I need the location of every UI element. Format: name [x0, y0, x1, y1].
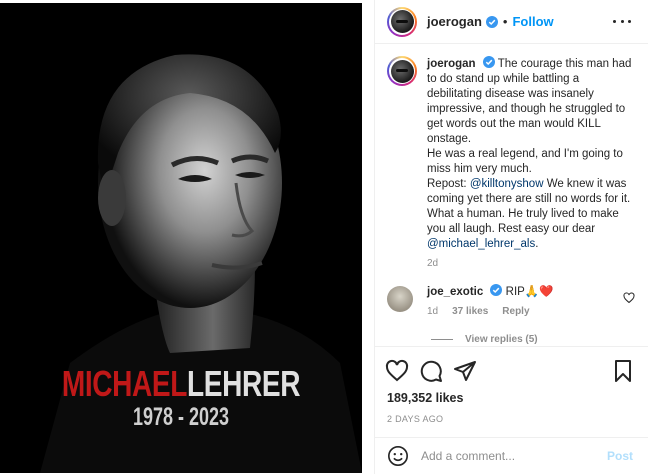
commenter-username[interactable]: joe_exotic	[427, 286, 483, 298]
add-comment-bar: Post	[375, 437, 648, 473]
comment-time[interactable]: 1d	[427, 306, 438, 317]
memorial-name: MICHAELLEHRER	[40, 363, 322, 405]
commenter-avatar[interactable]	[387, 286, 413, 312]
emoji-icon[interactable]	[387, 445, 409, 467]
memorial-last-name: LEHRER	[187, 363, 301, 404]
comment-input[interactable]	[421, 448, 591, 463]
follow-button[interactable]: Follow	[512, 14, 553, 29]
view-replies-label: View replies (5)	[465, 334, 538, 345]
comment-meta: 1d 37 likes Reply	[427, 306, 637, 317]
likes-count[interactable]: 189,352 likes	[387, 391, 463, 405]
caption-avatar[interactable]	[387, 56, 417, 86]
more-options-icon[interactable]	[613, 13, 631, 29]
share-icon[interactable]	[453, 359, 477, 383]
caption-text-part-1: The courage this man had to do stand up …	[427, 58, 632, 145]
verified-icon	[485, 15, 498, 28]
memorial-first-name: MICHAEL	[61, 363, 188, 404]
caption-text: joerogan The courage this man had to do …	[427, 56, 637, 252]
comment-item: joe_exotic RIP🙏❤️ 1d 37 likes Reply	[387, 284, 637, 317]
comment-reply-button[interactable]: Reply	[502, 306, 529, 317]
caption-username[interactable]: joerogan	[427, 58, 476, 70]
replies-divider-line	[431, 339, 453, 340]
action-icons-row	[385, 359, 477, 383]
header-separator: •	[502, 14, 508, 29]
post-date: 2 DAYS AGO	[387, 414, 444, 424]
comment-likes[interactable]: 37 likes	[452, 306, 488, 317]
post-caption: joerogan The courage this man had to do …	[387, 56, 637, 269]
caption-text-part-2: He was a real legend, and I'm going to m…	[427, 148, 623, 175]
caption-repost-prefix: Repost:	[427, 178, 470, 190]
memorial-years: 1978 - 2023	[132, 403, 230, 431]
comment-body: joe_exotic RIP🙏❤️	[427, 284, 637, 300]
post-details-panel: joerogan • Follow joerogan The courage t…	[374, 0, 648, 474]
heart-icon[interactable]	[623, 292, 635, 304]
post-actions: 189,352 likes 2 DAYS AGO Post	[375, 346, 648, 468]
comment-icon[interactable]	[419, 359, 443, 383]
verified-icon	[490, 284, 503, 296]
caption-text-part-4: .	[535, 238, 539, 250]
post-photo[interactable]: MICHAELLEHRER 1978 - 2023	[0, 3, 362, 473]
mention-link-michael-lehrer[interactable]: @michael_lehrer_als	[427, 238, 535, 250]
author-username[interactable]: joerogan	[427, 14, 482, 29]
post-image-area: MICHAELLEHRER 1978 - 2023	[0, 0, 374, 474]
post-header: joerogan • Follow	[375, 0, 648, 44]
comment-text: RIP🙏❤️	[505, 286, 554, 298]
author-avatar[interactable]	[387, 6, 417, 37]
heart-icon[interactable]	[385, 359, 409, 383]
verified-icon	[482, 56, 495, 68]
bookmark-icon[interactable]	[611, 359, 635, 383]
post-comment-button[interactable]: Post	[607, 449, 633, 463]
view-replies-button[interactable]: View replies (5)	[431, 334, 538, 345]
caption-timestamp[interactable]: 2d	[427, 258, 637, 269]
mention-link-killtonyshow[interactable]: @killtonyshow	[470, 178, 544, 190]
